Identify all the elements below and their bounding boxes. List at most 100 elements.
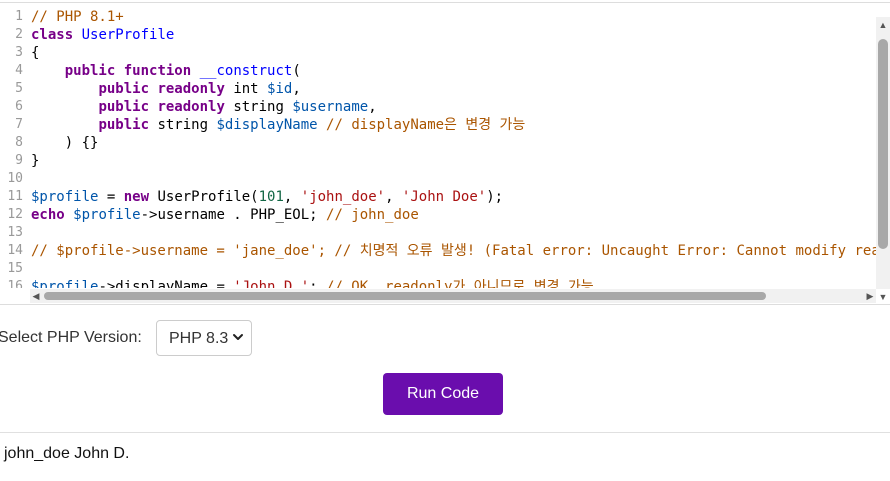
code-token: $id — [267, 81, 293, 97]
code-token: $profile — [31, 189, 99, 205]
vertical-scrollbar[interactable]: ▲ ▼ — [876, 17, 890, 302]
code-text: class UserProfile — [31, 26, 174, 44]
code-token: echo — [31, 207, 65, 223]
code-line[interactable]: 9} — [0, 152, 876, 170]
chevron-down-icon — [233, 334, 243, 340]
code-token: , — [385, 189, 402, 205]
run-code-button[interactable]: Run Code — [383, 373, 503, 415]
code-token: // PHP 8.1+ — [31, 9, 124, 25]
code-line[interactable]: 4 public function __construct( — [0, 62, 876, 80]
line-number: 10 — [7, 171, 23, 186]
line-number: 12 — [7, 207, 23, 222]
code-text: // PHP 8.1+ — [31, 8, 124, 26]
code-text: // $profile->username = 'jane_doe'; // 치… — [31, 242, 876, 260]
code-line[interactable]: 8 ) {} — [0, 134, 876, 152]
code-token: 101 — [258, 189, 284, 205]
code-token: $profile — [31, 279, 99, 288]
version-label: Select PHP Version: — [0, 329, 142, 346]
line-number: 16 — [7, 279, 23, 288]
line-number: 4 — [15, 63, 23, 78]
code-text: } — [31, 152, 39, 170]
code-token: string — [224, 99, 293, 115]
code-token: ( — [292, 63, 301, 79]
scroll-up-icon[interactable]: ▲ — [876, 19, 890, 31]
line-number: 5 — [15, 81, 23, 96]
code-token: UserProfile — [81, 27, 175, 43]
code-token: $displayName — [216, 117, 318, 133]
code-line[interactable]: 11 $profile = new UserProfile(101, 'john_… — [0, 188, 876, 206]
code-token: = — [98, 189, 124, 205]
code-token: readonly — [157, 81, 225, 97]
code-line[interactable]: 12 echo $profile->username . PHP_EOL; // … — [0, 206, 876, 224]
code-line[interactable]: 7 public string $displayName // displayN… — [0, 116, 876, 134]
code-token: class — [31, 27, 74, 43]
code-token: new — [123, 189, 150, 205]
code-token: , — [283, 189, 301, 205]
code-token: public — [64, 63, 116, 79]
line-number: 7 — [15, 117, 23, 132]
code-token: // $profile->username = 'jane_doe'; // 치… — [31, 243, 876, 259]
code-line[interactable]: 6 public readonly string $username, — [0, 98, 876, 116]
horizontal-scrollbar[interactable]: ◀ ▶ — [30, 289, 876, 303]
code-token: ->username . PHP_EOL; — [140, 207, 327, 223]
code-token: ; — [309, 279, 327, 288]
code-token: function — [123, 63, 192, 79]
output-text: john_doe John D. — [4, 445, 130, 462]
code-area[interactable]: 1// PHP 8.1+ 2 class UserProfile 3{4 public… — [0, 8, 876, 288]
vertical-scroll-thumb[interactable] — [878, 39, 888, 249]
code-text: $profile->displayName = 'John D.'; // OK… — [31, 278, 594, 288]
code-line[interactable]: 16 $profile->displayName = 'John D.'; // … — [0, 278, 876, 288]
code-token: __construct — [199, 63, 293, 79]
output-panel: john_doe John D. — [0, 432, 890, 481]
code-line[interactable]: 5 public readonly int $id, — [0, 80, 876, 98]
scroll-left-icon[interactable]: ◀ — [30, 289, 42, 303]
code-token: public — [98, 99, 150, 115]
code-line[interactable]: 1 // PHP 8.1+ — [0, 8, 876, 26]
scroll-right-icon[interactable]: ▶ — [864, 289, 876, 303]
code-token: // displayName은 변경 가능 — [326, 117, 526, 133]
code-text: public readonly int $id, — [31, 80, 300, 98]
line-number: 1 — [15, 9, 23, 24]
code-token: ) {} — [31, 135, 99, 151]
line-number: 2 — [15, 27, 23, 42]
code-editor[interactable]: 1// PHP 8.1+ 2 class UserProfile 3{4 public… — [0, 2, 890, 305]
code-token: public — [98, 117, 150, 133]
code-line[interactable]: 2 class UserProfile — [0, 26, 876, 44]
scroll-down-icon[interactable]: ▼ — [876, 291, 890, 303]
code-token: 'John Doe' — [401, 189, 487, 205]
version-row: Select PHP Version: PHP 8.3 — [0, 320, 890, 358]
code-token: $profile — [73, 207, 141, 223]
code-line[interactable]: 13 — [0, 224, 876, 242]
code-token: 'john_doe' — [300, 189, 386, 205]
code-text: echo $profile->username . PHP_EOL; // jo… — [31, 206, 419, 224]
code-line[interactable]: 10 — [0, 170, 876, 188]
code-text: public readonly string $username, — [31, 98, 376, 116]
code-token: ); — [486, 189, 504, 205]
code-text: $profile = new UserProfile(101, 'john_do… — [31, 188, 503, 206]
code-line[interactable]: 3{ — [0, 44, 876, 62]
code-token: ->displayName = — [98, 279, 234, 288]
code-line[interactable]: 15 — [0, 260, 876, 278]
code-text: ) {} — [31, 134, 99, 152]
code-text: public string $displayName // displayNam… — [31, 116, 525, 134]
php-version-select[interactable]: PHP 8.3 — [156, 320, 252, 356]
horizontal-scroll-thumb[interactable] — [44, 292, 766, 300]
code-token: public — [98, 81, 150, 97]
code-token: UserProfile( — [149, 189, 259, 205]
line-number: 11 — [7, 189, 23, 204]
code-token: string — [149, 117, 217, 133]
code-text: { — [31, 44, 39, 62]
line-number: 15 — [7, 261, 23, 276]
code-line[interactable]: 14 // $profile->username = 'jane_doe'; //… — [0, 242, 876, 260]
line-number: 3 — [15, 45, 23, 60]
code-token: $username — [292, 99, 369, 115]
